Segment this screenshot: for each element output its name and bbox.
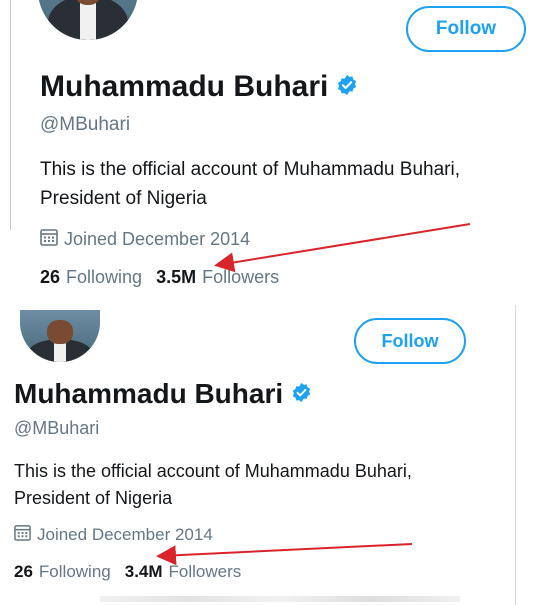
annotation-arrow [156,223,471,566]
blurred-content-strip [100,596,460,602]
